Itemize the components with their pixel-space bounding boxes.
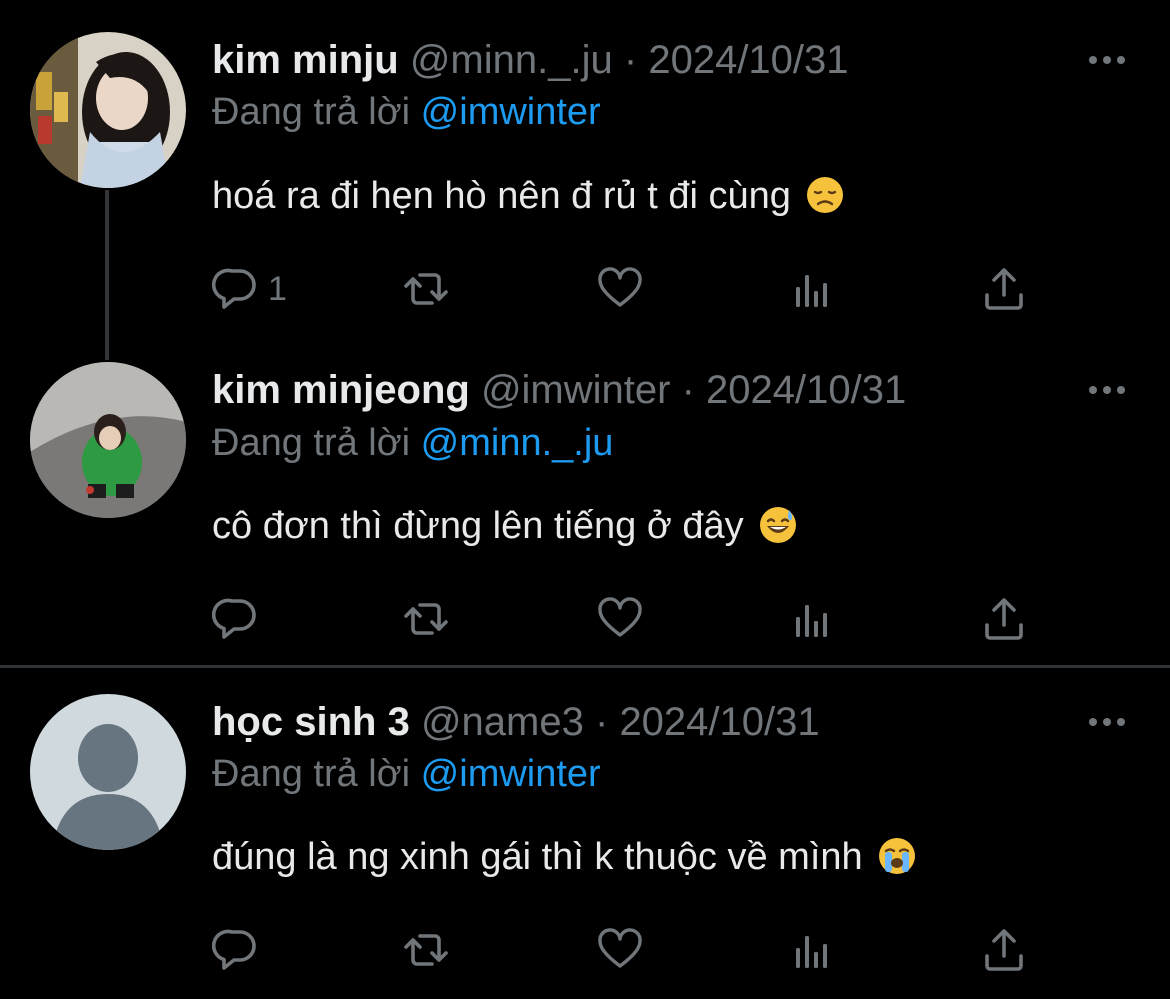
more-options-button[interactable]	[1086, 380, 1128, 400]
tweet-text-content: cô đơn thì đừng lên tiếng ở đây	[212, 505, 744, 547]
header-separator: ·	[594, 700, 609, 744]
avatar-kim-minjeong[interactable]	[30, 362, 186, 518]
share-button[interactable]	[980, 264, 1028, 314]
replying-prefix: Đang trả lời	[212, 753, 411, 795]
user-display-name[interactable]: kim minjeong	[212, 368, 470, 412]
share-upload-icon	[985, 268, 1023, 310]
views-button[interactable]	[788, 264, 836, 314]
tweet-text: hoá ra đi hẹn hò nên đ rủ t đi cùng	[212, 170, 845, 222]
tweet-header: học sinh 3 @name3 · 2024/10/31	[212, 696, 820, 748]
like-button[interactable]	[596, 925, 644, 975]
heart-icon	[598, 928, 642, 968]
reply-bubble-icon	[212, 598, 256, 639]
tweet-header: kim minjeong @imwinter · 2024/10/31	[212, 364, 906, 416]
tweet-actions	[212, 594, 1042, 644]
tweet-actions	[212, 925, 1042, 975]
user-handle[interactable]: @name3	[421, 700, 584, 744]
tweet-text: đúng là ng xinh gái thì k thuộc về mình	[212, 831, 917, 883]
default-avatar-icon	[30, 694, 186, 850]
views-bar-chart-icon	[796, 275, 827, 307]
tweet-3[interactable]: học sinh 3 @name3 · 2024/10/31 Đang trả …	[0, 668, 1170, 999]
retweet-button[interactable]	[402, 594, 450, 644]
more-horizontal-icon	[1089, 386, 1125, 394]
user-handle[interactable]: @imwinter	[481, 368, 671, 412]
reply-bubble-icon	[212, 929, 256, 970]
replying-prefix: Đang trả lời	[212, 422, 411, 464]
reply-button[interactable]	[212, 925, 268, 975]
avatar-photo-minju	[30, 32, 186, 188]
loudly-crying-face-emoji-icon	[877, 836, 917, 876]
like-button[interactable]	[596, 264, 644, 314]
tweet-text: cô đơn thì đừng lên tiếng ở đây	[212, 500, 798, 552]
replying-to-line: Đang trả lời @imwinter	[212, 86, 601, 138]
grinning-sweat-face-emoji-icon	[758, 505, 798, 545]
tweet-text-content: hoá ra đi hẹn hò nên đ rủ t đi cùng	[212, 175, 791, 217]
replying-prefix: Đang trả lời	[212, 91, 411, 133]
header-separator: ·	[623, 38, 638, 82]
more-options-button[interactable]	[1086, 712, 1128, 732]
tweet-actions: 1	[212, 264, 1042, 314]
views-button[interactable]	[788, 594, 836, 644]
replying-to-line: Đang trả lời @imwinter	[212, 748, 601, 800]
replying-mention[interactable]: @imwinter	[421, 91, 601, 133]
avatar-default[interactable]	[30, 694, 186, 850]
views-bar-chart-icon	[796, 936, 827, 968]
share-button[interactable]	[980, 925, 1028, 975]
tweet-2[interactable]: kim minjeong @imwinter · 2024/10/31 Đang…	[0, 355, 1170, 665]
more-horizontal-icon	[1089, 56, 1125, 64]
header-separator: ·	[681, 368, 695, 412]
reply-button[interactable]: 1	[212, 264, 287, 314]
share-upload-icon	[985, 598, 1023, 640]
tweet-date[interactable]: 2024/10/31	[619, 700, 819, 744]
retweet-icon	[404, 934, 448, 966]
replying-mention[interactable]: @imwinter	[421, 753, 601, 795]
tweet-date[interactable]: 2024/10/31	[648, 38, 848, 82]
retweet-button[interactable]	[402, 925, 450, 975]
disappointed-face-emoji-icon	[805, 175, 845, 215]
like-button[interactable]	[596, 594, 644, 644]
user-display-name[interactable]: học sinh 3	[212, 700, 410, 744]
replying-mention[interactable]: @minn._.ju	[421, 422, 614, 464]
heart-icon	[598, 267, 642, 307]
tweet-text-content: đúng là ng xinh gái thì k thuộc về mình	[212, 836, 863, 878]
avatar-photo-minjeong	[30, 362, 186, 518]
reply-count: 1	[268, 270, 287, 308]
avatar-kim-minju[interactable]	[30, 32, 186, 188]
more-horizontal-icon	[1089, 718, 1125, 726]
share-button[interactable]	[980, 594, 1028, 644]
views-button[interactable]	[788, 925, 836, 975]
retweet-button[interactable]	[402, 264, 450, 314]
user-display-name[interactable]: kim minju	[212, 38, 399, 82]
user-handle[interactable]: @minn._.ju	[410, 38, 613, 82]
retweet-icon	[404, 603, 448, 635]
heart-icon	[598, 597, 642, 637]
tweet-header: kim minju @minn._.ju · 2024/10/31	[212, 34, 849, 86]
views-bar-chart-icon	[796, 605, 827, 637]
share-upload-icon	[985, 929, 1023, 971]
reply-button[interactable]	[212, 594, 268, 644]
more-options-button[interactable]	[1086, 50, 1128, 70]
tweet-date[interactable]: 2024/10/31	[706, 368, 906, 412]
tweet-1[interactable]: kim minju @minn._.ju · 2024/10/31 Đang t…	[0, 0, 1170, 355]
replying-to-line: Đang trả lời @minn._.ju	[212, 417, 613, 469]
retweet-icon	[404, 273, 448, 305]
reply-bubble-icon	[212, 268, 256, 309]
